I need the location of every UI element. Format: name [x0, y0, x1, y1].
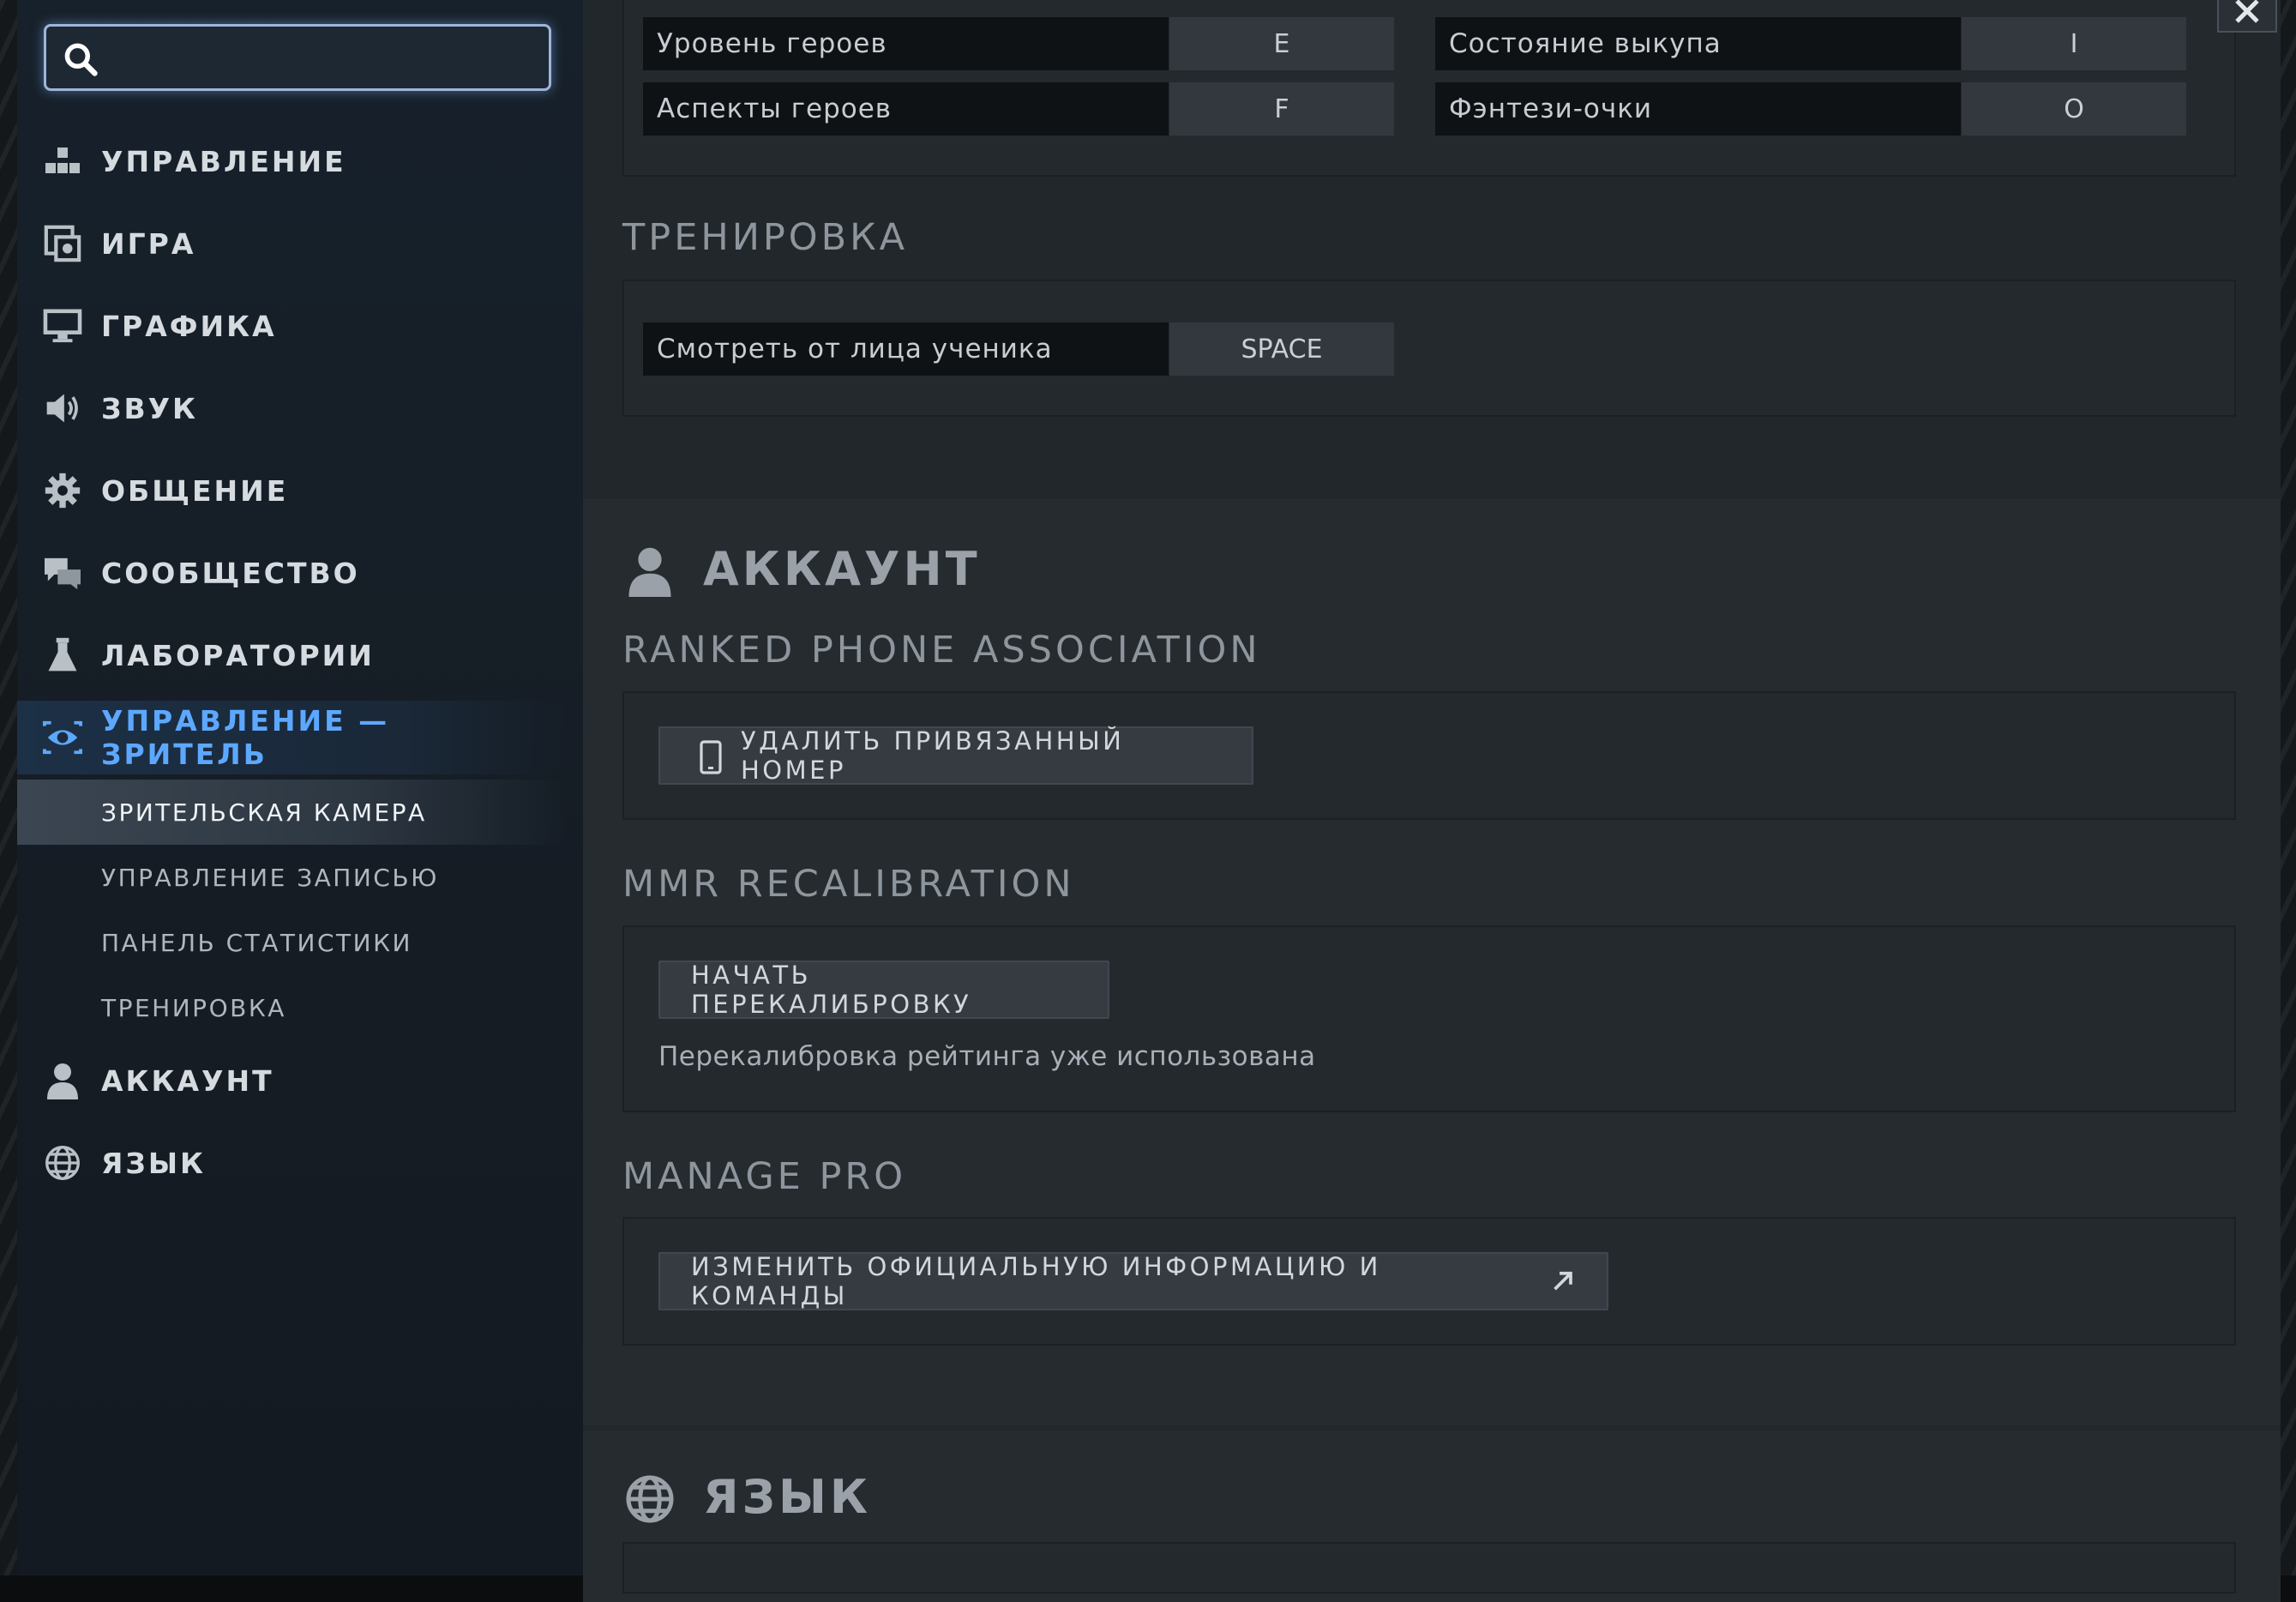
close-icon: [2235, 0, 2259, 23]
subsection-title-mmr: MMR RECALIBRATION: [622, 863, 1075, 906]
language-box: [622, 1542, 2236, 1593]
keybind-key[interactable]: O: [1962, 82, 2186, 136]
chat-icon: [43, 553, 82, 593]
sidebar-item-label: ЯЗЫК: [101, 1146, 207, 1180]
subsection-title-manage-pro: MANAGE PRO: [622, 1155, 907, 1198]
search-box[interactable]: [44, 24, 551, 91]
sidebar-subitem-stats-panel[interactable]: ПАНЕЛЬ СТАТИСТИКИ: [17, 910, 566, 975]
start-recalibration-button[interactable]: НАЧАТЬ ПЕРЕКАЛИБРОВКУ: [658, 961, 1109, 1019]
flask-icon: [43, 635, 82, 675]
sidebar-item-label: ИГРА: [101, 226, 196, 261]
sidebar-subitem-label: ПАНЕЛЬ СТАТИСТИКИ: [101, 928, 412, 957]
remove-phone-button[interactable]: УДАЛИТЬ ПРИВЯЗАННЫЙ НОМЕР: [658, 726, 1253, 785]
sidebar-subitem-label: ЗРИТЕЛЬСКАЯ КАМЕРА: [101, 798, 427, 827]
globe-icon: [626, 1475, 674, 1523]
keybinds-box: Уровень героев E Состояние выкупа I Аспе…: [622, 0, 2236, 177]
keybind-label: Состояние выкупа: [1435, 17, 1961, 70]
sidebar-item-community[interactable]: СООБЩЕСТВО: [17, 536, 566, 610]
sidebar-item-game[interactable]: ИГРА: [17, 207, 566, 280]
edit-pro-info-button[interactable]: ИЗМЕНИТЬ ОФИЦИАЛЬНУЮ ИНФОРМАЦИЮ И КОМАНД…: [658, 1252, 1608, 1310]
monitor-icon: [43, 306, 82, 346]
sidebar-subitem-label: ТРЕНИРОВКА: [101, 993, 286, 1022]
recalibration-note: Перекалибровка рейтинга уже использована: [658, 1041, 1316, 1072]
keybind-label: Аспекты героев: [643, 82, 1169, 136]
sidebar-item-spectator[interactable]: УПРАВЛЕНИЕ — ЗРИТЕЛЬ: [17, 701, 566, 774]
sidebar-item-language[interactable]: ЯЗЫК: [17, 1126, 566, 1200]
globe-icon: [43, 1143, 82, 1183]
gear-icon: [43, 471, 82, 510]
game-icon: [43, 224, 82, 263]
sidebar-item-label: ГРАФИКА: [101, 309, 277, 343]
keybind-label: Фэнтези-очки: [1435, 82, 1961, 136]
external-link-icon: [1554, 1271, 1573, 1291]
sidebar-item-label: АККАУНТ: [101, 1063, 274, 1098]
sidebar-item-label: УПРАВЛЕНИЕ — ЗРИТЕЛЬ: [101, 704, 390, 771]
phone-icon: [700, 740, 722, 774]
button-label: ИЗМЕНИТЬ ОФИЦИАЛЬНУЮ ИНФОРМАЦИЮ И КОМАНД…: [691, 1252, 1381, 1310]
sidebar-subitem-label: УПРАВЛЕНИЕ ЗАПИСЬЮ: [101, 863, 439, 892]
sidebar-subitem-training[interactable]: ТРЕНИРОВКА: [17, 975, 566, 1040]
sidebar-item-labs[interactable]: ЛАБОРАТОРИИ: [17, 618, 566, 692]
sidebar-item-label: ЛАБОРАТОРИИ: [101, 638, 375, 672]
sidebar-item-sound[interactable]: ЗВУК: [17, 371, 566, 445]
keybind-key[interactable]: SPACE: [1169, 322, 1394, 376]
section-title-training: ТРЕНИРОВКА: [622, 216, 909, 259]
sidebar-subitem-replay-controls[interactable]: УПРАВЛЕНИЕ ЗАПИСЬЮ: [17, 845, 566, 910]
search-input[interactable]: [111, 27, 540, 90]
sidebar-item-label: ЗВУК: [101, 391, 199, 425]
controls-icon: [43, 142, 82, 181]
user-icon: [628, 547, 671, 597]
sidebar-item-label: УПРАВЛЕНИЕ: [101, 144, 346, 178]
button-label: НАЧАТЬ ПЕРЕКАЛИБРОВКУ: [691, 961, 972, 1019]
button-label: УДАЛИТЬ ПРИВЯЗАННЫЙ НОМЕР: [741, 726, 1125, 785]
search-icon: [64, 43, 98, 76]
settings-sidebar: УПРАВЛЕНИЕ ИГРА ГРАФИКА ЗВУК ОБЩЕНИЕ СОО…: [17, 0, 583, 1575]
speaker-icon: [43, 388, 82, 428]
mmr-box: [622, 925, 2236, 1112]
section-title-account: АККАУНТ: [703, 542, 981, 596]
section-title-language: ЯЗЫК: [703, 1470, 872, 1524]
settings-main-panel: Уровень героев E Состояние выкупа I Аспе…: [583, 0, 2281, 1602]
sidebar-item-label: СООБЩЕСТВО: [101, 556, 360, 590]
sidebar-item-social[interactable]: ОБЩЕНИЕ: [17, 454, 566, 527]
sidebar-item-label: ОБЩЕНИЕ: [101, 473, 289, 508]
sidebar-item-controls[interactable]: УПРАВЛЕНИЕ: [17, 124, 566, 198]
sidebar-item-graphics[interactable]: ГРАФИКА: [17, 289, 566, 363]
sidebar-item-account[interactable]: АККАУНТ: [17, 1044, 566, 1117]
subsection-title-ranked-phone: RANKED PHONE ASSOCIATION: [622, 629, 1261, 672]
keybind-label: Смотреть от лица ученика: [643, 322, 1169, 376]
keybind-key[interactable]: I: [1962, 17, 2186, 70]
keybind-label: Уровень героев: [643, 17, 1169, 70]
sidebar-subitem-spectator-camera[interactable]: ЗРИТЕЛЬСКАЯ КАМЕРА: [17, 780, 566, 845]
user-icon: [43, 1061, 82, 1100]
close-button[interactable]: [2217, 0, 2277, 33]
keybind-key[interactable]: F: [1169, 82, 1394, 136]
eye-icon: [43, 718, 82, 757]
keybind-key[interactable]: E: [1169, 17, 1394, 70]
training-box: Смотреть от лица ученика SPACE: [622, 280, 2236, 417]
